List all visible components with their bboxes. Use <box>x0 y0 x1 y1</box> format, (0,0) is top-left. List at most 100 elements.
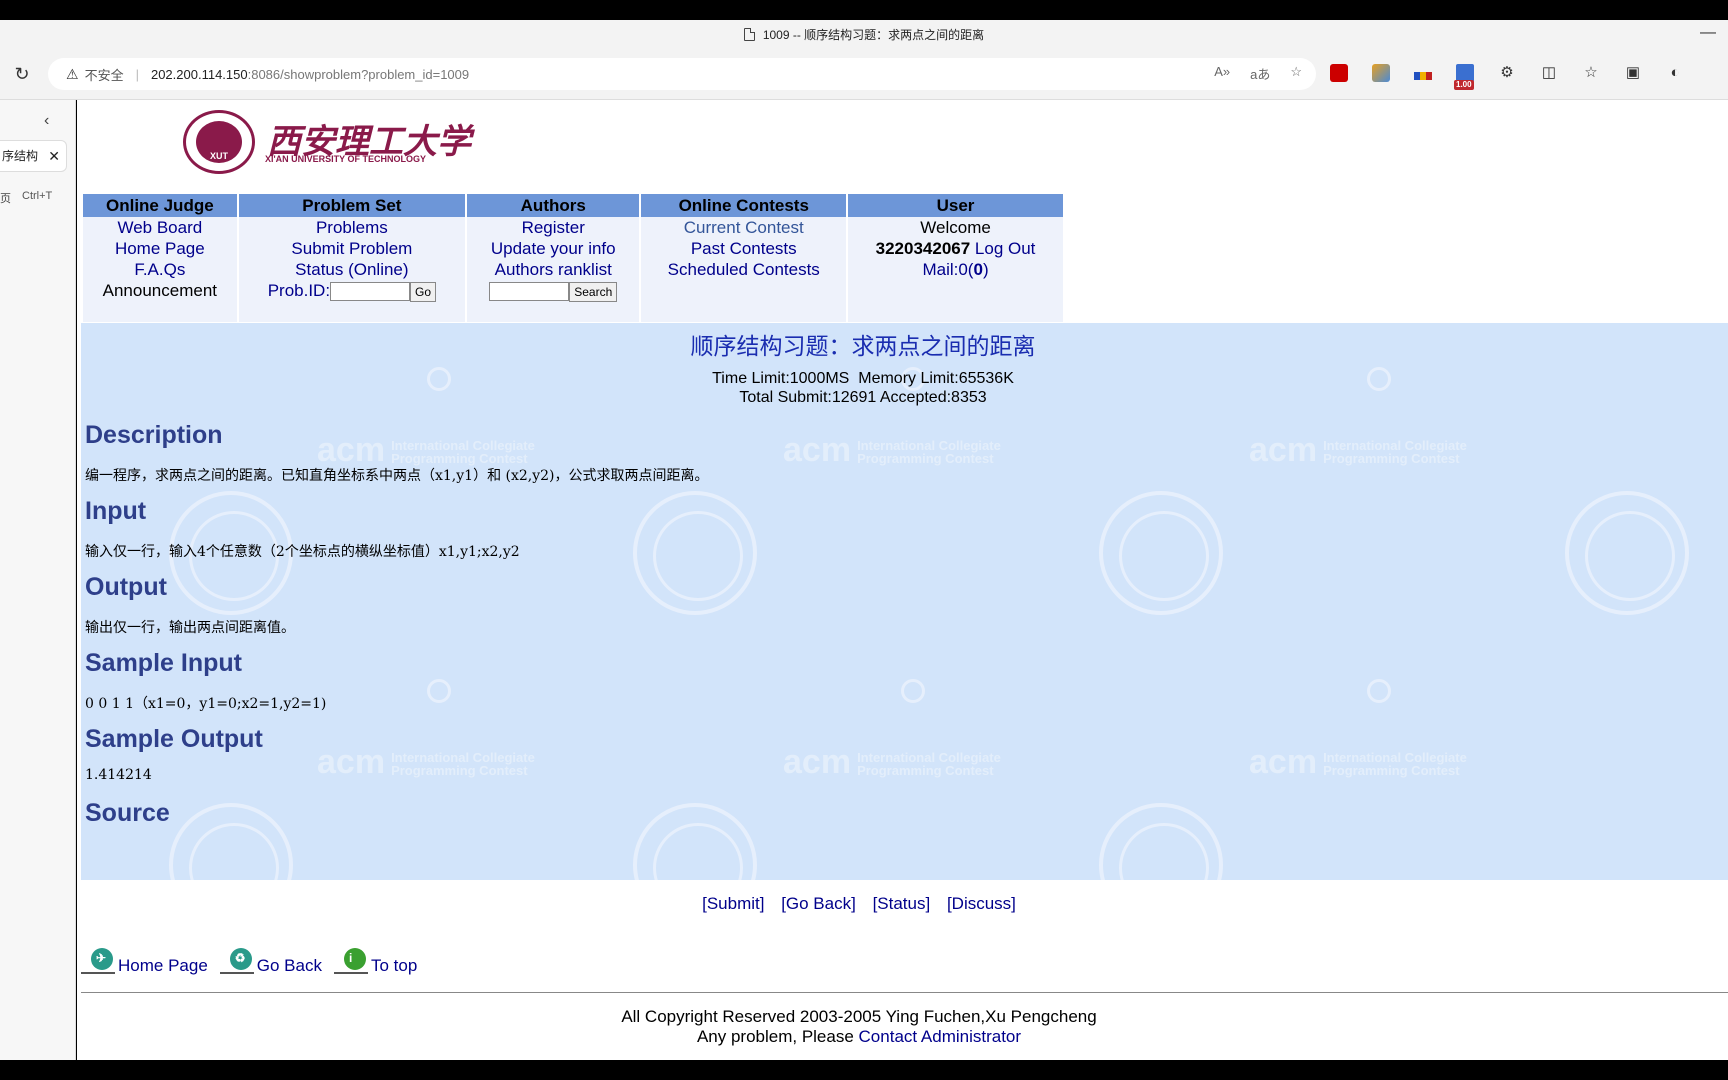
watermark-acm: acm International Collegiate Programming C… <box>1249 431 1467 469</box>
vertical-tabs-panel: ‹ 序结构 ✕ 页 Ctrl+T <box>0 100 76 1060</box>
problem-title: 顺序结构习题：求两点之间的距离 <box>690 333 1036 359</box>
info-icon: i <box>333 948 370 976</box>
home-page-link[interactable]: Home Page <box>115 239 205 258</box>
read-aloud-icon[interactable]: A» <box>1214 64 1230 83</box>
extensions-puzzle-icon[interactable]: ⚙ <box>1498 64 1516 82</box>
nav-col-contests: Current Contest Past Contests Scheduled … <box>640 217 849 322</box>
go-back-link[interactable]: [Go Back] <box>781 894 856 913</box>
close-icon[interactable]: ✕ <box>48 141 60 171</box>
sample-output-heading: Sample Output <box>85 725 263 753</box>
university-name-en: XI'AN UNIVERSITY OF TECHNOLOGY <box>265 154 426 164</box>
problem-action-links: [Submit] [Go Back] [Status] [Discuss] <box>77 894 1641 914</box>
collapse-panel-icon[interactable]: ‹ <box>44 112 49 130</box>
url-separator: | <box>135 66 139 82</box>
watermark-seal-icon <box>1099 491 1223 615</box>
watermark-seal-icon <box>1099 803 1223 880</box>
bottom-home-page-link[interactable]: ✈ Home Page <box>81 948 208 976</box>
problem-limits: Time Limit:1000MS Memory Limit:65536K To… <box>81 369 1645 407</box>
airplane-icon: ✈ <box>81 948 117 976</box>
university-seal-icon: XUT <box>183 110 255 174</box>
to-top-link[interactable]: i To top <box>333 948 418 976</box>
nav-col-problem-set: Problems Submit Problem Status (Online) … <box>237 217 468 322</box>
input-text: 输入仅一行，输入4个任意数（2个坐标点的横纵坐标值）x1,y1;x2,y2 <box>85 544 520 560</box>
extension-flag-icon[interactable] <box>1414 71 1432 80</box>
bottom-home-page-label: Home Page <box>118 956 208 975</box>
main-nav-table: Online Judge Problem Set Authors Online … <box>83 194 1065 322</box>
new-tab-item[interactable]: 页 Ctrl+T <box>0 190 70 206</box>
author-search-input[interactable] <box>489 282 570 301</box>
prob-id-label: Prob.ID: <box>267 281 331 300</box>
register-link[interactable]: Register <box>522 218 585 237</box>
output-text: 输出仅一行，输出两点间距离值。 <box>85 620 295 636</box>
status-link[interactable]: [Status] <box>873 894 931 913</box>
nav-col-authors: Register Update your info Authors rankli… <box>466 217 642 322</box>
bottom-go-back-link[interactable]: ♻ Go Back <box>219 948 322 976</box>
description-text: 编一程序，求两点之间的距离。已知直角坐标系中两点（x1,y1）和 (x2,y2)… <box>85 468 709 484</box>
prob-id-input[interactable] <box>330 282 411 301</box>
nav-col-online-judge: Web Board Home Page F.A.Qs Announcement <box>83 217 239 322</box>
web-page: XUT 西安理工大学 XI'AN UNIVERSITY OF TECHNOLOG… <box>77 100 1728 1060</box>
split-screen-icon[interactable]: ◫ <box>1540 64 1558 82</box>
user-id: 3220342067 <box>875 239 971 258</box>
submit-problem-link[interactable]: Submit Problem <box>291 239 412 258</box>
favorite-add-icon[interactable]: ☆ <box>1290 64 1302 83</box>
seal-text: XUT <box>210 151 228 161</box>
nav-header-online-contests: Online Contests <box>640 194 849 217</box>
os-bottom-bar <box>0 1060 1728 1080</box>
watermark-acm: acm International Collegiate Programming C… <box>783 431 1001 469</box>
extension-badge-icon[interactable]: 1.00 <box>1454 64 1474 90</box>
mail-prefix: Mail:0( <box>922 260 974 279</box>
reload-icon[interactable]: ↻ <box>12 64 32 84</box>
nav-header-authors: Authors <box>466 194 642 217</box>
to-top-label: To top <box>370 956 418 975</box>
welcome-label: Welcome <box>920 218 991 237</box>
scheduled-contests-link[interactable]: Scheduled Contests <box>668 260 820 279</box>
faqs-link[interactable]: F.A.Qs <box>134 260 185 279</box>
watermark-acm: acm International Collegiate Programming C… <box>783 743 1001 781</box>
favorites-icon[interactable]: ☆ <box>1582 64 1600 82</box>
os-top-bar <box>0 0 1728 20</box>
nav-header-online-judge: Online Judge <box>83 194 239 217</box>
go-button[interactable]: Go <box>410 282 437 302</box>
time-memory-limit: Time Limit:1000MS Memory Limit:65536K <box>712 370 1014 387</box>
search-button[interactable]: Search <box>569 282 618 302</box>
contact-admin-link[interactable]: Contact Administrator <box>859 1027 1022 1046</box>
description-heading: Description <box>85 421 223 449</box>
edge-copilot-icon[interactable]: ◐ <box>1666 64 1684 82</box>
url-field[interactable]: ⚠ 不安全 | 202.200.114.150:8086/showproblem… <box>48 58 1316 90</box>
watermark-bulb-icon <box>427 679 451 703</box>
current-contest-link[interactable]: Current Contest <box>684 218 804 237</box>
watermark-bulb-icon <box>1367 679 1391 703</box>
warning-icon[interactable]: ⚠ <box>66 66 79 83</box>
watermark-acm: acm International Collegiate Programming C… <box>317 743 535 781</box>
source-heading: Source <box>85 799 170 827</box>
past-contests-link[interactable]: Past Contests <box>691 239 797 258</box>
document-icon <box>743 27 755 41</box>
translate-icon[interactable]: aあ <box>1250 64 1270 83</box>
nav-header-problem-set: Problem Set <box>237 194 468 217</box>
authors-ranklist-link[interactable]: Authors ranklist <box>495 260 612 279</box>
vertical-tab-active[interactable]: 序结构 ✕ <box>0 140 67 172</box>
collections-icon[interactable]: ▣ <box>1624 64 1642 82</box>
logout-link[interactable]: Log Out <box>975 239 1036 258</box>
url-host[interactable]: 202.200.114.150 <box>151 67 248 82</box>
problems-link[interactable]: Problems <box>316 218 388 237</box>
mail-count: 0 <box>973 260 983 279</box>
url-path[interactable]: :8086/showproblem?problem_id=1009 <box>248 67 470 82</box>
divider <box>81 992 1728 993</box>
discuss-link[interactable]: [Discuss] <box>947 894 1016 913</box>
extension-red-icon[interactable] <box>1330 64 1348 82</box>
minimize-icon[interactable]: — <box>1700 24 1716 42</box>
watermark-seal-icon <box>169 803 293 880</box>
status-online-link[interactable]: Status (Online) <box>295 260 408 279</box>
update-info-link[interactable]: Update your info <box>491 239 616 258</box>
watermark-seal-icon <box>633 803 757 880</box>
submit-link[interactable]: [Submit] <box>702 894 764 913</box>
input-heading: Input <box>85 497 147 525</box>
web-board-link[interactable]: Web Board <box>117 218 202 237</box>
not-secure-label[interactable]: 不安全 <box>85 65 124 84</box>
output-heading: Output <box>85 573 167 601</box>
mail-link[interactable]: Mail:0(0) <box>922 260 988 279</box>
watermark-seal-icon <box>1565 491 1689 615</box>
extension-pencil-icon[interactable] <box>1372 64 1390 82</box>
